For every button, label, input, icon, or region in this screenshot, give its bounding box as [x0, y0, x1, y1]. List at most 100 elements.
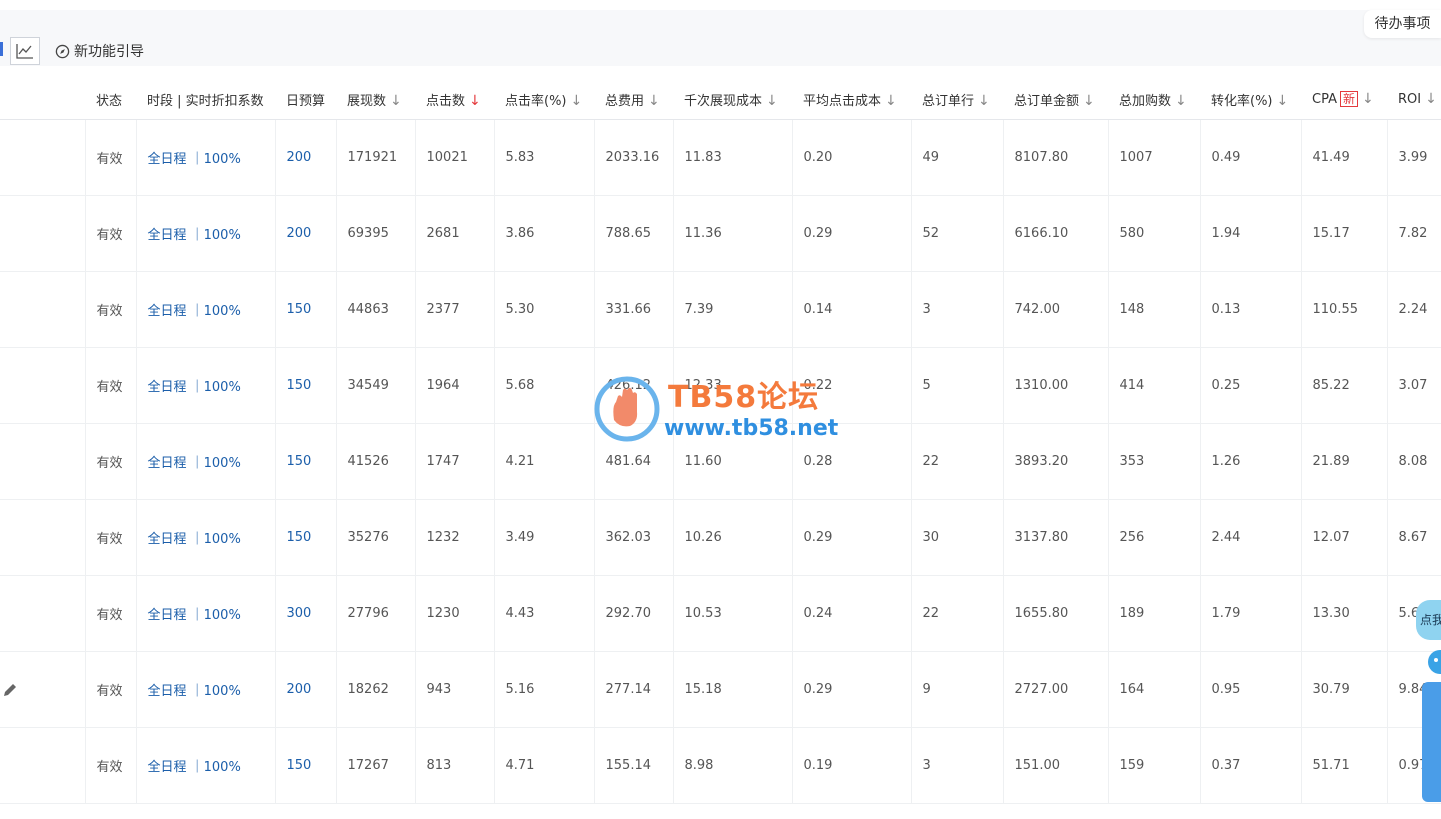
cell-period[interactable]: 全日程 ｜100% — [135, 423, 275, 500]
cell-budget[interactable]: 150 — [274, 727, 336, 804]
assistant-bubble[interactable]: 点我 — [1416, 600, 1441, 640]
table-row: 有效 全日程 ｜100% 300 27796 1230 4.43 292.70 10.53 0.… — [0, 575, 1441, 652]
header-cvr[interactable]: 转化率(%) ↓ — [1200, 79, 1301, 120]
sort-arrow-icon[interactable]: ↓ — [390, 93, 402, 109]
header-ctr[interactable]: 点击率(%) ↓ — [494, 79, 594, 120]
header-cpc[interactable]: 平均点击成本 ↓ — [792, 79, 911, 120]
table-row: 有效 全日程 ｜100% 150 41526 1747 4.21 481.64 11.60 0.… — [0, 423, 1441, 500]
sort-arrow-icon[interactable]: ↓ — [1425, 91, 1437, 107]
header-label: 日预算 — [286, 93, 326, 109]
cell-ctr: 4.21 — [493, 423, 594, 500]
cell-budget[interactable]: 300 — [274, 575, 336, 652]
cell-status: 有效 — [84, 499, 136, 576]
cell-cpa: 41.49 — [1300, 119, 1387, 196]
cell-period[interactable]: 全日程 ｜100% — [135, 347, 275, 424]
cell-cost: 292.70 — [593, 575, 673, 652]
cell-cost: 788.65 — [593, 195, 673, 272]
sort-arrow-icon[interactable]: ↓ — [766, 93, 778, 109]
cell-ctr: 5.30 — [493, 271, 594, 348]
header-orders[interactable]: 总订单行 ↓ — [911, 79, 1003, 120]
cell-cost: 362.03 — [593, 499, 673, 576]
assistant-widget[interactable]: 点我 — [1416, 596, 1441, 806]
cell-ctr: 5.83 — [493, 119, 594, 196]
cell-budget[interactable]: 150 — [274, 423, 336, 500]
edit-pencil-icon[interactable] — [2, 682, 18, 698]
cell-status: 有效 — [84, 423, 136, 500]
header-carts[interactable]: 总加购数 ↓ — [1108, 79, 1200, 120]
cell-period[interactable]: 全日程 ｜100% — [135, 651, 275, 728]
cell-budget[interactable]: 150 — [274, 271, 336, 348]
sort-arrow-icon[interactable]: ↓ — [978, 93, 990, 109]
cell-ctr: 5.16 — [493, 651, 594, 728]
header-clicks[interactable]: 点击数 ↓ — [415, 79, 494, 120]
cell-budget[interactable]: 200 — [274, 651, 336, 728]
header-cost[interactable]: 总费用 ↓ — [594, 79, 673, 120]
table-header-row: 状态 时段 | 实时折扣系数 日预算 展现数 ↓ 点击数 ↓ 点击率(%) ↓ 总费用 ↓ 千次展现成… — [0, 79, 1441, 120]
cell-period[interactable]: 全日程 ｜100% — [135, 499, 275, 576]
cell-cvr: 0.49 — [1199, 119, 1301, 196]
cell-impressions: 69395 — [335, 195, 415, 272]
cell-carts: 159 — [1107, 727, 1200, 804]
sort-arrow-icon[interactable]: ↓ — [885, 93, 897, 109]
cell-roi: 3.07 — [1386, 347, 1441, 424]
cell-budget[interactable]: 200 — [274, 195, 336, 272]
cell-impressions: 171921 — [335, 119, 415, 196]
cell-period[interactable]: 全日程 ｜100% — [135, 271, 275, 348]
header-cpm[interactable]: 千次展现成本 ↓ — [673, 79, 792, 120]
row-lead-cell — [0, 727, 85, 804]
table-row: 有效 全日程 ｜100% 150 35276 1232 3.49 362.03 10.26 0.… — [0, 499, 1441, 576]
cell-roi: 2.24 — [1386, 271, 1441, 348]
cell-period[interactable]: 全日程 ｜100% — [135, 575, 275, 652]
view-toggle-edge[interactable] — [0, 42, 3, 56]
cell-clicks: 1747 — [414, 423, 494, 500]
cell-status: 有效 — [84, 119, 136, 196]
cell-cpm: 11.83 — [672, 119, 792, 196]
cell-cpa: 30.79 — [1300, 651, 1387, 728]
sort-arrow-icon[interactable]: ↓ — [469, 93, 481, 109]
cell-impressions: 35276 — [335, 499, 415, 576]
chart-view-button[interactable] — [10, 37, 40, 65]
cell-cvr: 2.44 — [1199, 499, 1301, 576]
new-feature-guide-link[interactable]: 新功能引导 — [55, 41, 144, 61]
sort-arrow-icon[interactable]: ↓ — [1175, 93, 1187, 109]
sort-arrow-icon[interactable]: ↓ — [1362, 91, 1374, 107]
table-row: 有效 全日程 ｜100% 150 17267 813 4.71 155.14 8.98 0.19… — [0, 727, 1441, 804]
cell-period[interactable]: 全日程 ｜100% — [135, 727, 275, 804]
cell-orders: 22 — [910, 423, 1003, 500]
header-roi[interactable]: ROI ↓ — [1387, 79, 1441, 120]
sort-arrow-icon[interactable]: ↓ — [1277, 93, 1289, 109]
header-label: 总费用 — [605, 93, 645, 109]
row-lead-cell — [0, 423, 85, 500]
cell-cpm: 11.36 — [672, 195, 792, 272]
cell-cpa: 21.89 — [1300, 423, 1387, 500]
cell-impressions: 18262 — [335, 651, 415, 728]
campaign-table: 状态 时段 | 实时折扣系数 日预算 展现数 ↓ 点击数 ↓ 点击率(%) ↓ 总费用 ↓ 千次展现成… — [0, 79, 1441, 804]
sort-arrow-icon[interactable]: ↓ — [648, 93, 660, 109]
cell-cpc: 0.14 — [791, 271, 911, 348]
header-impressions[interactable]: 展现数 ↓ — [336, 79, 415, 120]
header-label: 时段 | 实时折扣系数 — [147, 93, 264, 109]
cell-cvr: 1.26 — [1199, 423, 1301, 500]
cell-orders: 22 — [910, 575, 1003, 652]
todo-button[interactable]: 待办事项 — [1364, 10, 1441, 38]
cell-carts: 148 — [1107, 271, 1200, 348]
guide-label: 新功能引导 — [74, 44, 144, 60]
cell-budget[interactable]: 150 — [274, 347, 336, 424]
cell-period[interactable]: 全日程 ｜100% — [135, 195, 275, 272]
table-row: 有效 全日程 ｜100% 150 44863 2377 5.30 331.66 7.39 0.1… — [0, 271, 1441, 348]
cell-period[interactable]: 全日程 ｜100% — [135, 119, 275, 196]
cell-impressions: 17267 — [335, 727, 415, 804]
cell-status: 有效 — [84, 575, 136, 652]
cell-ctr: 3.86 — [493, 195, 594, 272]
cell-budget[interactable]: 200 — [274, 119, 336, 196]
cell-orders: 52 — [910, 195, 1003, 272]
sort-arrow-icon[interactable]: ↓ — [571, 93, 583, 109]
cell-clicks: 2377 — [414, 271, 494, 348]
header-order_amount[interactable]: 总订单金额 ↓ — [1003, 79, 1108, 120]
header-cpa[interactable]: CPA 新 ↓ — [1301, 79, 1387, 120]
cell-impressions: 27796 — [335, 575, 415, 652]
sort-arrow-icon[interactable]: ↓ — [1083, 93, 1095, 109]
assistant-panel-tab[interactable] — [1422, 682, 1441, 802]
table-row: 有效 全日程 ｜100% 200 171921 10021 5.83 2033.16 11.8… — [0, 119, 1441, 196]
cell-budget[interactable]: 150 — [274, 499, 336, 576]
